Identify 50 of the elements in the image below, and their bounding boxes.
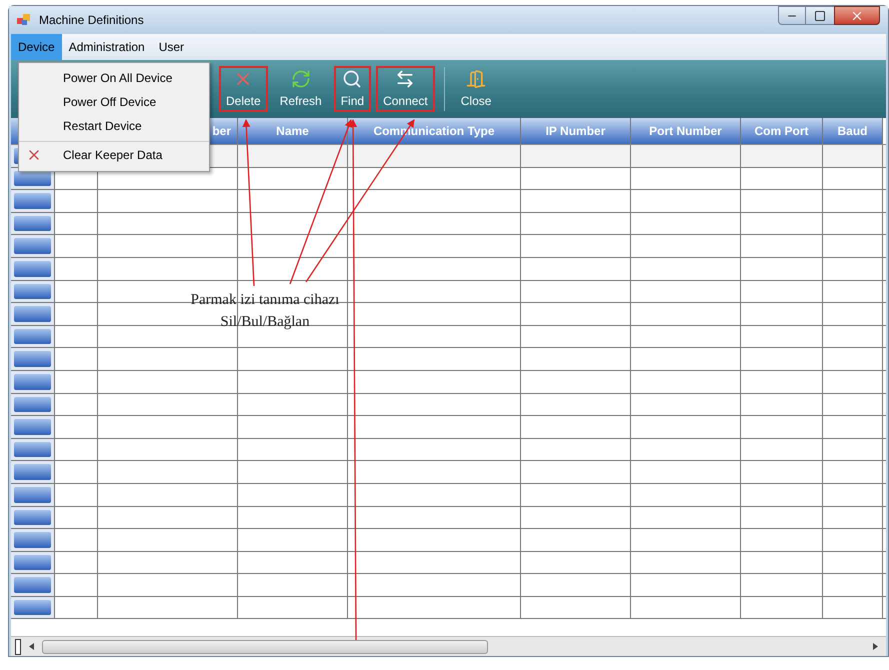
row-header[interactable]	[11, 280, 55, 302]
row-header[interactable]	[11, 326, 55, 348]
dropdown-item[interactable]: Clear Keeper Data	[19, 141, 209, 168]
row-header[interactable]	[11, 258, 55, 280]
toolbar-button[interactable]: Delete	[219, 66, 268, 112]
menu-item[interactable]: Administration	[62, 34, 152, 60]
toolbar-button[interactable]: Find	[334, 66, 372, 112]
scrollbar-thumb[interactable]	[42, 640, 488, 654]
column-header[interactable]: Baud	[823, 118, 883, 144]
row-header[interactable]	[11, 394, 55, 416]
right-arrow-icon[interactable]	[873, 643, 878, 650]
door-icon	[466, 68, 486, 88]
row-header[interactable]	[11, 370, 55, 393]
maximize-button[interactable]	[806, 6, 834, 25]
menu-item[interactable]: Device	[11, 34, 62, 60]
row-header[interactable]	[11, 416, 55, 438]
dropdown-item[interactable]: Power Off Device	[19, 90, 209, 114]
row-header[interactable]	[11, 596, 55, 618]
row-header[interactable]	[11, 235, 55, 257]
column-header[interactable]: Port Number	[631, 118, 741, 144]
app-icon	[17, 14, 31, 26]
row-header[interactable]	[11, 529, 55, 551]
window-title: Machine Definitions	[39, 12, 144, 29]
column-header[interactable]: Name	[238, 118, 348, 144]
toolbar-button[interactable]: Refresh	[272, 66, 329, 112]
horizontal-scrollbar[interactable]	[11, 636, 886, 656]
toolbar-button[interactable]: Close	[454, 66, 498, 112]
row-header[interactable]	[11, 190, 55, 212]
row-header[interactable]	[11, 461, 55, 483]
search-icon	[342, 68, 362, 88]
row-header[interactable]	[11, 552, 55, 574]
row-header[interactable]	[11, 506, 55, 528]
column-header[interactable]: IP Number	[521, 118, 631, 144]
row-header[interactable]	[11, 438, 55, 460]
swap-arrows-icon	[395, 68, 416, 88]
column-header[interactable]: Com Port	[741, 118, 823, 144]
menu-item[interactable]: User	[152, 34, 192, 60]
dropdown-item[interactable]: Restart Device	[19, 114, 209, 138]
row-header[interactable]	[11, 212, 55, 234]
row-header[interactable]	[11, 484, 55, 506]
row-header[interactable]	[11, 574, 55, 596]
scroll-marker	[15, 638, 21, 654]
dropdown-item[interactable]: Power On All Device	[19, 66, 209, 90]
close-button[interactable]	[834, 6, 880, 25]
maximize-icon	[814, 10, 826, 22]
toolbar-button[interactable]: Connect	[376, 66, 435, 112]
row-header[interactable]	[11, 303, 55, 325]
refresh-icon	[290, 68, 311, 88]
left-arrow-icon[interactable]	[29, 643, 34, 650]
row-header[interactable]	[11, 348, 55, 370]
